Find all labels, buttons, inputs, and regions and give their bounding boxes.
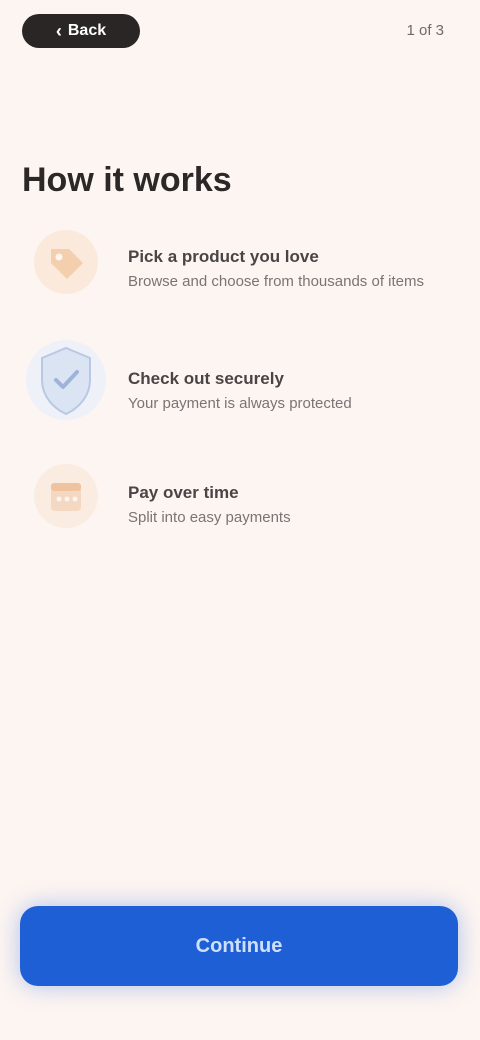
back-label: Back (67, 22, 107, 39)
chevron-left-icon: ‹ (55, 20, 62, 41)
continue-button[interactable]: Continue (20, 906, 458, 986)
app-screen: ‹ Back 1 of 3 How it works Pick a produc… (0, 0, 480, 1040)
step-text: Pay over time Split into easy payments (128, 482, 450, 528)
step-title: Check out securely (128, 369, 284, 388)
tag-icon (24, 220, 108, 304)
step-indicator: 1 of 3 (406, 22, 444, 39)
page-title: How it works (22, 161, 232, 199)
step-text: Pick a product you love Browse and choos… (128, 246, 450, 292)
step-title: Pay over time (128, 483, 239, 502)
calendar-icon (24, 454, 108, 538)
step-text: Check out securely Your payment is alway… (128, 368, 450, 414)
step-description: Your payment is always protected (128, 395, 352, 412)
step-title: Pick a product you love (128, 247, 319, 266)
back-button[interactable]: ‹ Back (22, 14, 140, 48)
shield-icon (24, 338, 108, 422)
step-description: Split into easy payments (128, 509, 291, 526)
step-description: Browse and choose from thousands of item… (128, 273, 424, 290)
top-bar: ‹ Back 1 of 3 (0, 0, 480, 70)
